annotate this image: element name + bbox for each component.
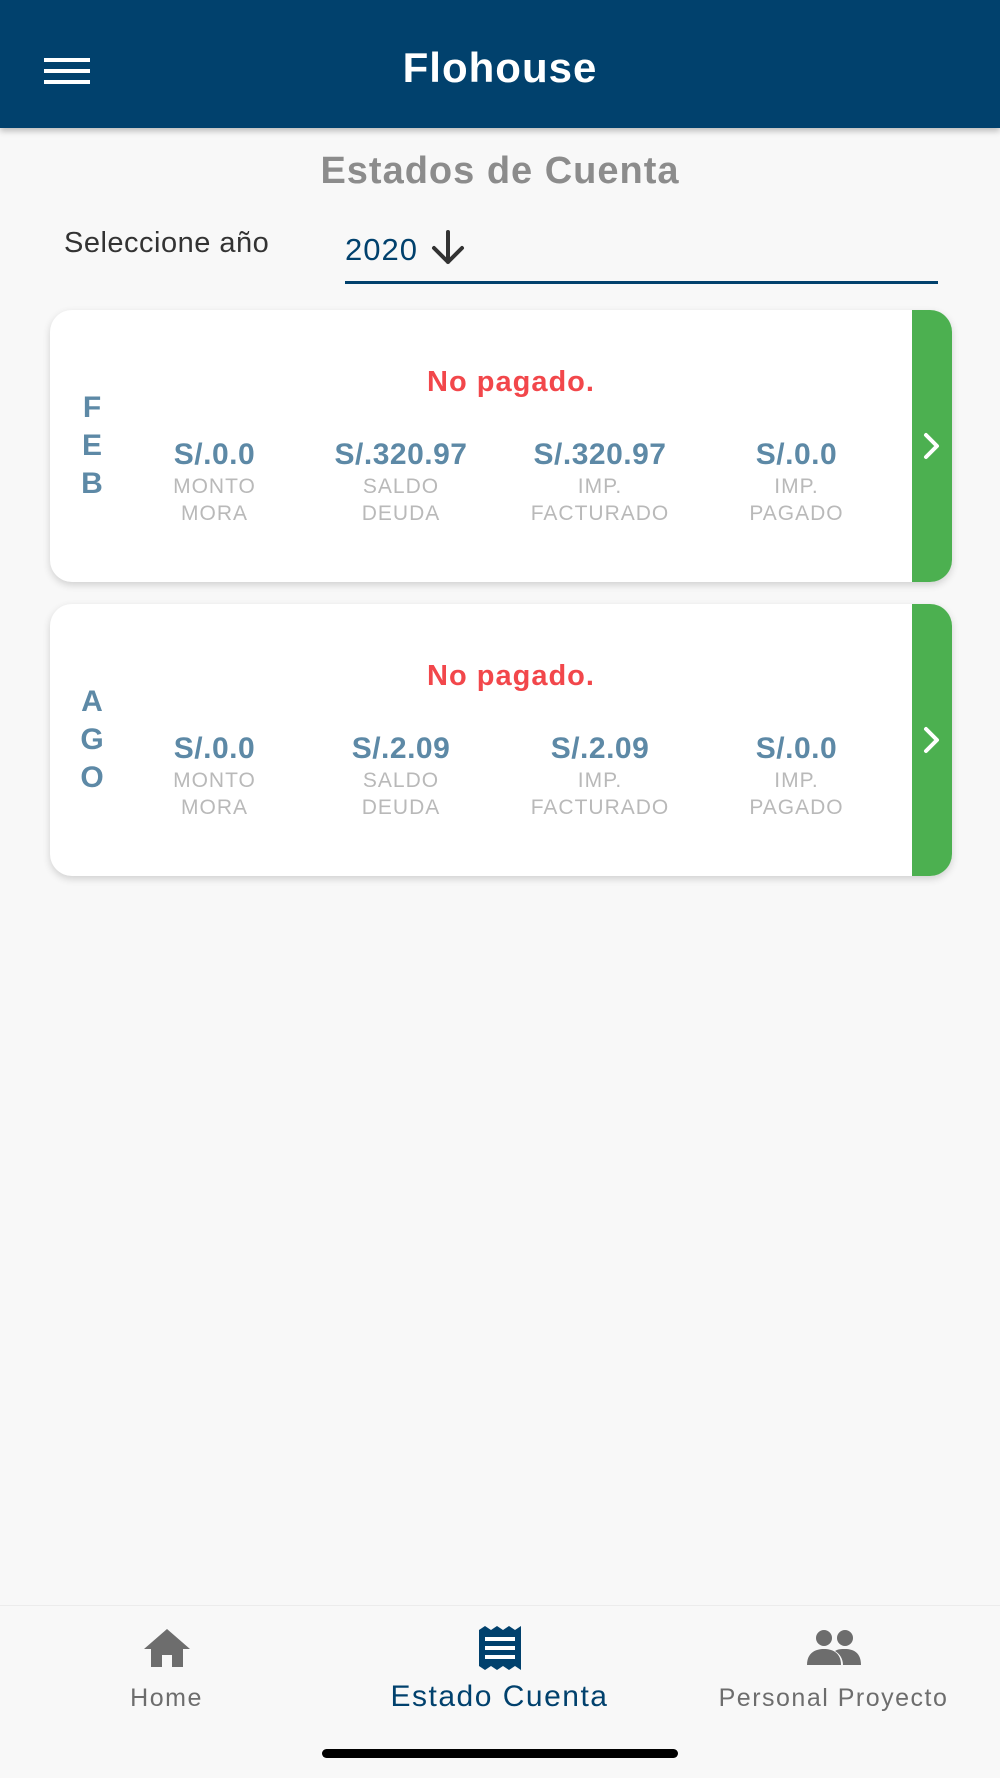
page-title: Estados de Cuenta bbox=[320, 150, 680, 192]
stat-value: S/.320.97 bbox=[334, 438, 468, 471]
stat-label: DEUDA bbox=[361, 796, 441, 819]
year-dropdown[interactable]: 2020 bbox=[345, 222, 938, 284]
chevron-right-icon bbox=[924, 433, 939, 459]
home-icon bbox=[143, 1629, 190, 1667]
people-icon bbox=[806, 1630, 861, 1665]
stat-label: PAGADO bbox=[749, 502, 844, 525]
year-label: Seleccione año bbox=[64, 227, 270, 259]
stat-label: DEUDA bbox=[361, 502, 441, 525]
stat-label: SALDO bbox=[362, 475, 440, 498]
stat-imp-pagado: S/.0.0 IMP. PAGADO bbox=[705, 732, 888, 820]
app-title: Flohouse bbox=[402, 44, 598, 91]
chevron-right-icon bbox=[924, 727, 939, 753]
stat-label: FACTURADO bbox=[530, 502, 670, 525]
stat-saldo-deuda: S/.320.97 SALDO DEUDA bbox=[307, 438, 495, 526]
stat-label: PAGADO bbox=[749, 796, 844, 819]
month-letter: A bbox=[81, 685, 103, 718]
month-letter: E bbox=[81, 429, 102, 462]
card-stats: S/.0.0 MONTO MORA S/.320.97 SALDO DEUDA … bbox=[122, 438, 888, 526]
payment-status: No pagado. bbox=[427, 660, 595, 692]
stat-value: S/.2.09 bbox=[351, 732, 451, 765]
statement-card[interactable]: F E B No pagado. S/.0.0 MONTO MORA S/.32… bbox=[50, 310, 952, 582]
stat-imp-facturado: S/.320.97 IMP. FACTURADO bbox=[495, 438, 705, 526]
app-screen: Flohouse Estados de Cuenta Seleccione añ… bbox=[0, 0, 1000, 1778]
stat-value: S/.0.0 bbox=[173, 732, 256, 765]
home-indicator bbox=[322, 1749, 678, 1758]
stat-label: MONTO bbox=[173, 475, 256, 498]
stat-saldo-deuda: S/.2.09 SALDO DEUDA bbox=[307, 732, 495, 820]
stat-label: IMP. bbox=[577, 769, 623, 792]
receipt-icon bbox=[478, 1626, 521, 1670]
stat-label: SALDO bbox=[362, 769, 440, 792]
card-month: F E B bbox=[66, 310, 118, 582]
nav-label: Personal Proyecto bbox=[718, 1684, 949, 1712]
stat-label: IMP. bbox=[774, 769, 819, 792]
year-value: 2020 bbox=[345, 232, 418, 267]
nav-label: Home bbox=[130, 1684, 203, 1712]
statement-card[interactable]: A G O No pagado. S/.0.0 MONTO MORA S/.2.… bbox=[50, 604, 952, 876]
stat-label: IMP. bbox=[774, 475, 819, 498]
stat-imp-facturado: S/.2.09 IMP. FACTURADO bbox=[495, 732, 705, 820]
nav-item-estado-cuenta[interactable]: Estado Cuenta bbox=[333, 1624, 666, 1714]
card-detail-button[interactable] bbox=[912, 310, 952, 582]
payment-status: No pagado. bbox=[427, 366, 595, 398]
card-detail-button[interactable] bbox=[912, 604, 952, 876]
month-letter: F bbox=[82, 391, 102, 424]
app-bar: Flohouse bbox=[0, 0, 1000, 128]
stat-label: MONTO bbox=[173, 769, 256, 792]
card-stats: S/.0.0 MONTO MORA S/.2.09 SALDO DEUDA S/… bbox=[122, 732, 888, 820]
stat-value: S/.0.0 bbox=[173, 438, 256, 471]
stat-monto-mora: S/.0.0 MONTO MORA bbox=[122, 732, 307, 820]
nav-item-home[interactable]: Home bbox=[0, 1624, 333, 1713]
stat-monto-mora: S/.0.0 MONTO MORA bbox=[122, 438, 307, 526]
month-letter: B bbox=[81, 467, 103, 500]
arrow-down-icon bbox=[431, 230, 464, 264]
stat-label: IMP. bbox=[577, 475, 623, 498]
card-month: A G O bbox=[66, 604, 118, 876]
stat-value: S/.0.0 bbox=[755, 438, 838, 471]
stat-value: S/.0.0 bbox=[755, 732, 838, 765]
month-letter: O bbox=[80, 761, 104, 794]
stat-value: S/.320.97 bbox=[533, 438, 667, 471]
stat-label: MORA bbox=[181, 796, 248, 819]
nav-item-personal-proyecto[interactable]: Personal Proyecto bbox=[667, 1624, 1000, 1713]
stat-imp-pagado: S/.0.0 IMP. PAGADO bbox=[705, 438, 888, 526]
nav-label: Estado Cuenta bbox=[390, 1680, 609, 1713]
stat-value: S/.2.09 bbox=[550, 732, 650, 765]
stat-label: MORA bbox=[181, 502, 248, 525]
stat-label: FACTURADO bbox=[530, 796, 670, 819]
month-letter: G bbox=[80, 723, 104, 756]
